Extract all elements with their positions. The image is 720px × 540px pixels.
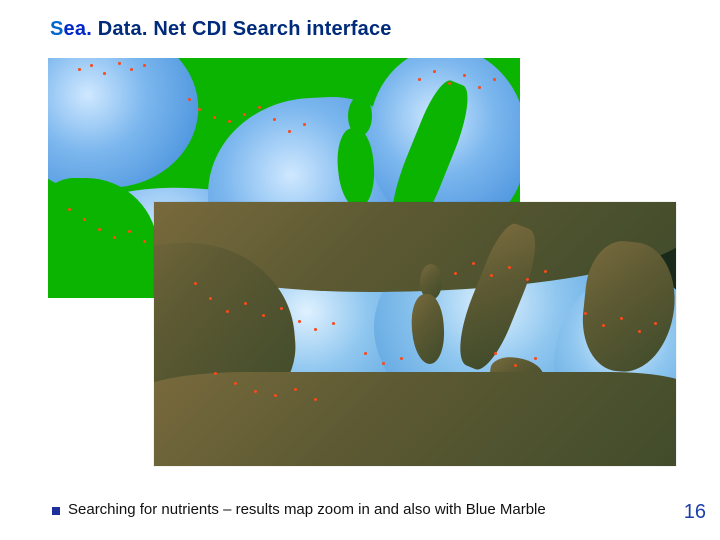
caption-row: Searching for nutrients – results map zo…: [52, 501, 546, 518]
map-stack: [48, 58, 676, 468]
slide-title: Sea. Data. Net CDI Search interface: [0, 18, 720, 41]
slide: Sea. Data. Net CDI Search interface: [0, 0, 720, 540]
title-rest: Data. Net CDI Search interface: [98, 18, 392, 40]
slide-caption: Searching for nutrients – results map zo…: [68, 501, 546, 518]
page-number: 16: [684, 501, 706, 524]
map-results-blue-marble: [154, 202, 676, 466]
data-points-cluster: [154, 202, 676, 466]
title-s: S: [50, 18, 64, 40]
bullet-icon: [52, 507, 60, 515]
title-ea: ea.: [64, 18, 98, 40]
